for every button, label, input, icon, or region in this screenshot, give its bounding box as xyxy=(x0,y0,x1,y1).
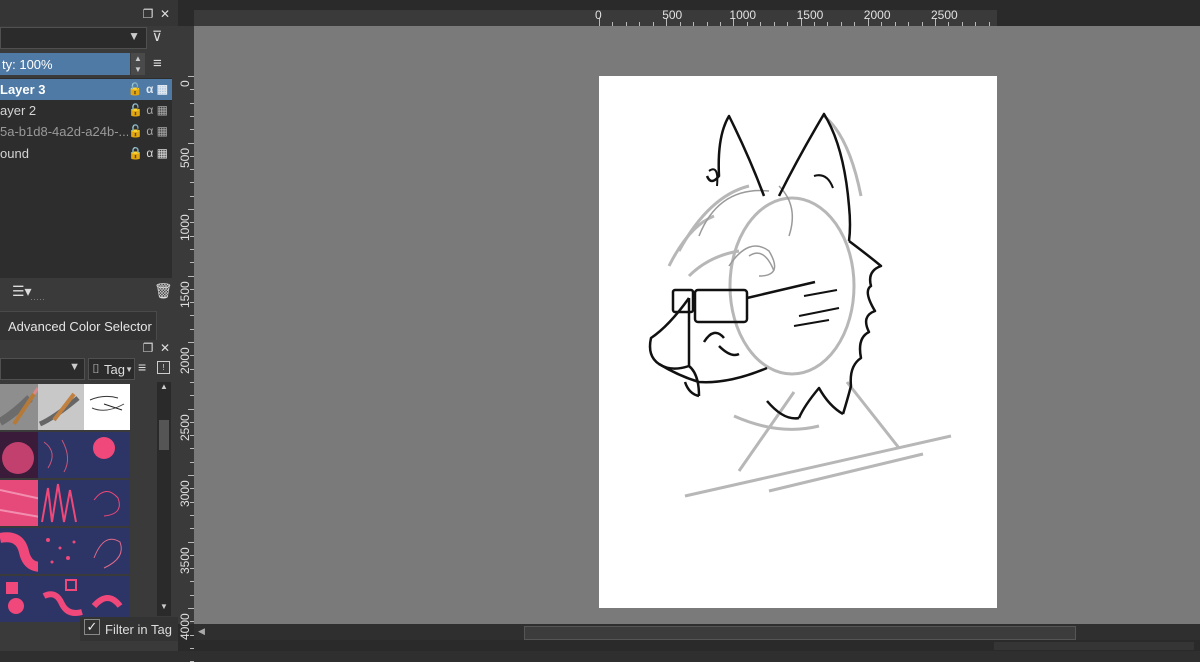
brush-preset-tile[interactable] xyxy=(38,384,84,430)
display-mode-icon[interactable]: ! xyxy=(157,361,170,374)
layer-name[interactable]: ound xyxy=(0,143,29,164)
checkbox-check-icon[interactable]: ✓ xyxy=(84,619,100,635)
left-docker: ❐ ✕ ▼ ⊽ ty: 100% ▲ ▼ ≡ Layer 3 🔓 α ▦ ayer… xyxy=(0,0,178,651)
brush-preset-tile[interactable] xyxy=(38,576,84,622)
tag-combo[interactable]: ⌷ Tag ▼ xyxy=(88,358,135,380)
brush-preset-tile[interactable] xyxy=(38,480,84,526)
layer-lock-alpha-icons[interactable]: 🔓 α ▦ xyxy=(128,79,168,100)
layer-lock-alpha-icons[interactable]: 🔓 α ▦ xyxy=(128,100,168,121)
ruler-label: 2000 xyxy=(178,347,192,374)
filter-icon[interactable]: ⊽ xyxy=(152,28,172,46)
layer-lock-alpha-icons[interactable]: 🔓 α ▦ xyxy=(128,121,168,142)
opacity-spinner[interactable]: ▲ ▼ xyxy=(131,53,145,75)
ruler-label: 0 xyxy=(178,80,192,87)
layer-row[interactable]: ound 🔒 α ▦ xyxy=(0,143,172,164)
float-docker-icon[interactable]: ❐ xyxy=(141,341,155,355)
status-field xyxy=(994,642,1194,650)
layers-toolbar: ☰▾ ····· 🗑 xyxy=(0,280,178,304)
scrollbar-thumb[interactable] xyxy=(159,420,169,450)
ruler-label: 1500 xyxy=(796,8,824,22)
layer-row[interactable]: Layer 3 🔓 α ▦ xyxy=(0,79,172,100)
layer-name[interactable]: Layer 3 xyxy=(0,79,46,100)
tag-icon: ⌷ xyxy=(92,361,100,376)
ruler-label: 4000 xyxy=(178,613,192,640)
brush-preset-tile[interactable] xyxy=(84,528,130,574)
blending-mode-combo[interactable]: ▼ xyxy=(0,27,147,49)
document-canvas[interactable] xyxy=(599,76,997,608)
scroll-up-icon[interactable]: ▲ xyxy=(157,382,171,394)
tab-advanced-color-selector[interactable]: Advanced Color Selector xyxy=(0,311,157,340)
ruler-label: 1000 xyxy=(729,8,757,22)
preset-filter-combo[interactable]: ▼ xyxy=(0,358,85,380)
top-bar xyxy=(194,0,1200,10)
ruler-label: 3500 xyxy=(178,546,192,574)
layer-lock-alpha-icons[interactable]: 🔒 α ▦ xyxy=(128,143,168,164)
scrollbar-thumb[interactable] xyxy=(524,626,1076,640)
ruler-label: 1000 xyxy=(178,214,192,241)
chevron-down-icon: ▼ xyxy=(69,361,80,373)
filter-in-tag-checkbox[interactable]: ✓ Filter in Tag xyxy=(80,617,178,641)
brush-preset-tile[interactable] xyxy=(38,432,84,478)
view-menu-icon[interactable]: ≡ xyxy=(138,359,146,375)
ruler-label: 3000 xyxy=(178,480,192,507)
opacity-label: ty: 100% xyxy=(2,57,53,72)
vertical-ruler: 0 500 1000 1500 2000 2500 3000 3500 4000 xyxy=(178,26,194,662)
layer-row[interactable]: ayer 2 🔓 α ▦ xyxy=(0,100,172,121)
layer-row[interactable]: 5a-b1d8-4a2d-a24b-... 🔓 α ▦ xyxy=(0,121,172,142)
brush-preset-tile[interactable] xyxy=(38,528,84,574)
layer-name[interactable]: ayer 2 xyxy=(0,100,36,121)
ruler-label: 2500 xyxy=(178,413,192,441)
resize-grip-icon[interactable]: ····· xyxy=(30,294,45,304)
ruler-label: 500 xyxy=(178,147,192,168)
tab-label[interactable]: Advanced Color Selector xyxy=(8,319,152,334)
brush-preset-tile[interactable] xyxy=(84,432,130,478)
delete-layer-icon[interactable]: 🗑 xyxy=(154,282,173,300)
filter-label[interactable]: Filter in Tag xyxy=(105,622,172,637)
ruler-label: 0 xyxy=(595,8,602,22)
close-docker-icon[interactable]: ✕ xyxy=(158,7,172,21)
scroll-down-icon[interactable]: ▼ xyxy=(157,602,171,614)
chevron-down-icon: ▼ xyxy=(128,29,140,43)
horizontal-scrollbar[interactable]: ◀ xyxy=(194,624,1200,640)
presets-scrollbar[interactable]: ▲ ▼ xyxy=(157,382,171,616)
ruler-label: 2000 xyxy=(863,8,891,22)
ruler-end xyxy=(997,10,1200,26)
tag-label: Tag xyxy=(104,362,125,377)
horizontal-ruler: 0 500 1000 1500 2000 2500 xyxy=(194,8,997,26)
scroll-left-icon[interactable]: ◀ xyxy=(198,626,205,637)
ruler-label: 2500 xyxy=(931,8,958,22)
chevron-down-icon: ▼ xyxy=(125,365,133,374)
ruler-label: 500 xyxy=(662,8,683,22)
ruler-label: 1500 xyxy=(178,280,192,308)
properties-icon[interactable]: ☰▾ xyxy=(12,283,32,300)
close-docker-icon[interactable]: ✕ xyxy=(158,341,172,355)
opacity-slider[interactable]: ty: 100% xyxy=(0,53,130,75)
brush-presets-grid xyxy=(0,384,130,622)
status-bar xyxy=(194,640,1200,651)
wolf-sketch-drawing xyxy=(648,112,952,498)
brush-preset-tile[interactable] xyxy=(84,576,130,622)
brush-preset-tile[interactable] xyxy=(84,384,130,430)
layer-menu-icon[interactable]: ≡ xyxy=(153,55,173,73)
brush-preset-tile[interactable] xyxy=(84,480,130,526)
float-docker-icon[interactable]: ❐ xyxy=(141,7,155,21)
layer-name[interactable]: 5a-b1d8-4a2d-a24b-... xyxy=(0,121,128,142)
